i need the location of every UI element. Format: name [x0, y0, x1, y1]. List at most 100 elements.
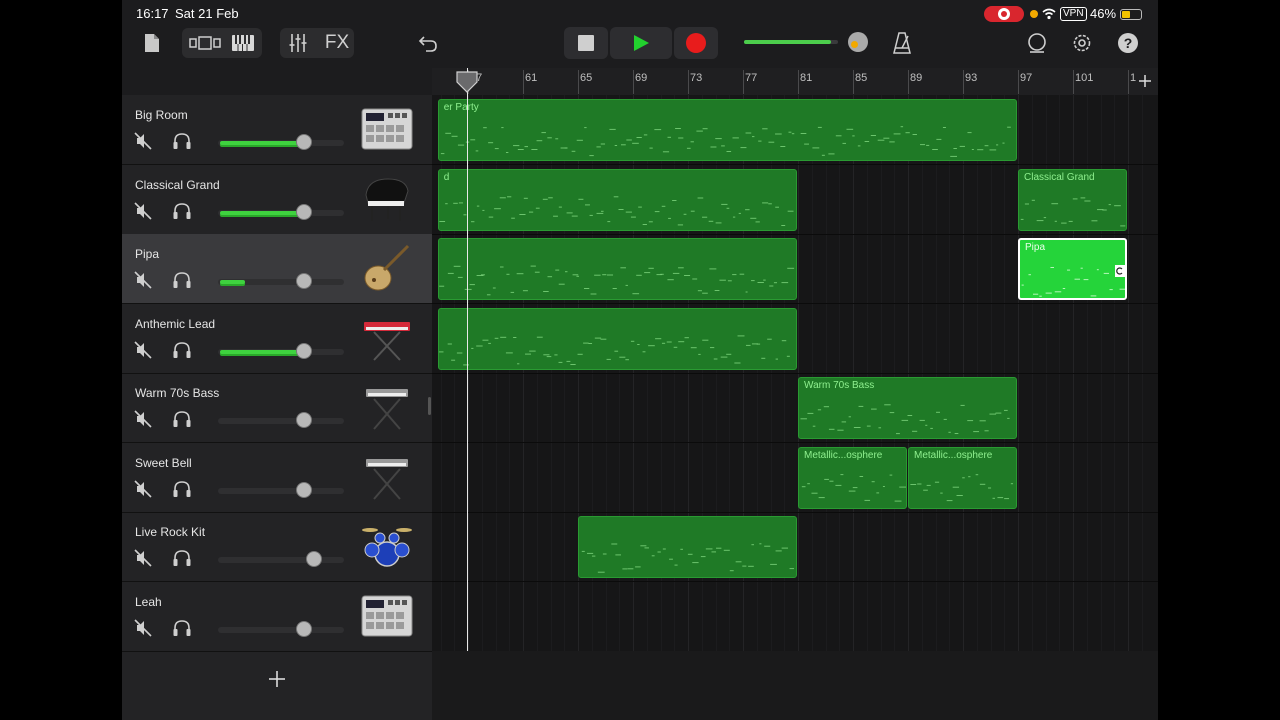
- track-volume-slider[interactable]: [218, 203, 344, 220]
- track-lanes[interactable]: er Party d Classical Grand Pipa Warm 70s Bas…: [432, 95, 1158, 652]
- note: [677, 223, 683, 225]
- volume-knob[interactable]: [296, 412, 312, 428]
- volume-knob[interactable]: [296, 342, 312, 359]
- track-volume-slider[interactable]: [218, 551, 344, 567]
- drum-machine-icon[interactable]: [360, 103, 414, 155]
- track-volume-slider[interactable]: [218, 412, 344, 428]
- synth-keyboard-icon[interactable]: [360, 312, 414, 364]
- audio-region[interactable]: d: [437, 168, 797, 231]
- play-button[interactable]: [610, 27, 672, 59]
- settings-icon[interactable]: [1070, 30, 1094, 56]
- note: [620, 144, 626, 146]
- track-header[interactable]: Live Rock Kit: [122, 512, 432, 582]
- mixer-icon[interactable]: [286, 30, 310, 56]
- loop-icon[interactable]: [1024, 30, 1050, 56]
- playhead-handle[interactable]: [455, 70, 479, 94]
- playhead-line[interactable]: [466, 68, 468, 651]
- mute-icon[interactable]: [134, 410, 152, 428]
- volume-knob[interactable]: [296, 134, 312, 150]
- note: [893, 133, 901, 135]
- headphones-icon[interactable]: [172, 341, 192, 359]
- pipa-icon[interactable]: [360, 242, 414, 294]
- keyboard-stand-icon[interactable]: [360, 451, 414, 503]
- master-volume-slider[interactable]: [744, 40, 838, 44]
- track-view-icon[interactable]: [188, 30, 222, 56]
- volume-knob[interactable]: [296, 481, 312, 498]
- screen-recording-indicator[interactable]: [984, 6, 1024, 22]
- document-icon[interactable]: [142, 30, 162, 56]
- note: [524, 146, 528, 148]
- note: [690, 141, 694, 143]
- track-header[interactable]: Sweet Bell: [122, 443, 432, 513]
- headphones-icon[interactable]: [172, 410, 192, 428]
- audio-region[interactable]: [578, 516, 797, 578]
- audio-region[interactable]: [437, 307, 797, 370]
- track-header[interactable]: Anthemic Lead: [122, 304, 432, 374]
- location-icon: [1030, 10, 1038, 18]
- note: [571, 150, 576, 152]
- drum-machine-icon[interactable]: [360, 590, 414, 642]
- master-volume-knob[interactable]: [848, 32, 868, 52]
- track-header[interactable]: Big Room: [122, 95, 432, 165]
- headphones-icon[interactable]: [172, 619, 192, 637]
- mute-icon[interactable]: [134, 340, 152, 359]
- volume-knob[interactable]: [296, 203, 312, 220]
- note: [683, 275, 690, 276]
- track-volume-slider[interactable]: [218, 273, 344, 289]
- mute-icon[interactable]: [134, 549, 152, 567]
- fx-button[interactable]: FX: [322, 30, 352, 56]
- track-volume-slider[interactable]: [218, 481, 344, 498]
- add-track-icon[interactable]: [268, 670, 286, 688]
- mute-icon[interactable]: [134, 618, 152, 637]
- audio-region[interactable]: Classical Grand: [1018, 168, 1127, 231]
- track-header[interactable]: Classical Grand: [122, 165, 432, 235]
- volume-knob[interactable]: [296, 273, 312, 289]
- note: [438, 350, 444, 352]
- track-lane[interactable]: [432, 443, 1158, 513]
- volume-knob[interactable]: [296, 620, 312, 637]
- track-header[interactable]: Leah: [122, 582, 432, 652]
- mute-icon[interactable]: [134, 201, 152, 220]
- audio-region[interactable]: Metallic...osphere: [908, 446, 1017, 509]
- audio-region[interactable]: [437, 238, 797, 300]
- mute-icon[interactable]: [134, 479, 152, 498]
- grand-piano-icon[interactable]: [360, 173, 414, 225]
- panel-resize-handle[interactable]: [428, 397, 431, 415]
- mute-icon[interactable]: [134, 132, 152, 150]
- track-volume-slider[interactable]: [218, 134, 344, 150]
- headphones-icon[interactable]: [172, 271, 192, 289]
- track-volume-slider[interactable]: [218, 342, 344, 359]
- headphones-icon[interactable]: [172, 202, 192, 220]
- track-lane[interactable]: [432, 582, 1158, 652]
- track-lane[interactable]: [432, 373, 1158, 443]
- headphones-icon[interactable]: [172, 549, 192, 567]
- note: [757, 140, 762, 142]
- note: [528, 211, 533, 213]
- audio-region[interactable]: er Party: [437, 99, 1017, 161]
- region-loop-handle-icon[interactable]: [1115, 264, 1125, 277]
- audio-region[interactable]: Warm 70s Bass: [798, 377, 1017, 439]
- keyboard-stand-icon[interactable]: [360, 381, 414, 433]
- track-header[interactable]: Pipa: [122, 234, 432, 304]
- headphones-icon[interactable]: [172, 480, 192, 498]
- bar-ruler[interactable]: 57616569737781858993971011: [432, 68, 1158, 96]
- note: [870, 135, 876, 136]
- mute-icon[interactable]: [134, 271, 152, 289]
- note: [456, 352, 463, 353]
- record-button[interactable]: [674, 27, 718, 59]
- stop-button[interactable]: [564, 27, 608, 59]
- volume-knob[interactable]: [306, 551, 322, 567]
- track-header[interactable]: Warm 70s Bass: [122, 373, 432, 443]
- undo-icon[interactable]: [416, 30, 440, 56]
- add-section-icon[interactable]: [1138, 74, 1152, 88]
- audio-region[interactable]: Pipa: [1018, 238, 1127, 300]
- metronome-icon[interactable]: [890, 30, 914, 56]
- track-volume-slider[interactable]: [218, 620, 344, 637]
- keyboard-icon[interactable]: [230, 30, 256, 56]
- help-icon[interactable]: ?: [1116, 30, 1140, 56]
- audio-region[interactable]: Metallic...osphere: [798, 446, 907, 509]
- drum-kit-icon[interactable]: [360, 520, 414, 572]
- note: [697, 290, 702, 292]
- headphones-icon[interactable]: [172, 132, 192, 150]
- note: [667, 279, 674, 281]
